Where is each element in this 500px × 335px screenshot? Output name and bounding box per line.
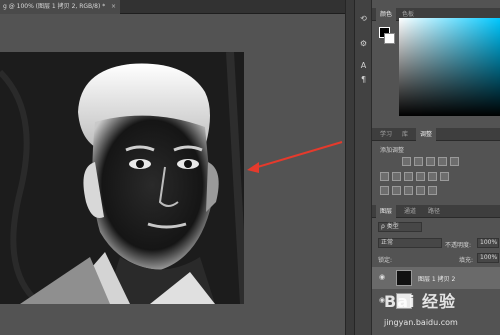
tab-layers[interactable]: 图层 xyxy=(376,205,397,218)
tab-libraries[interactable]: 库 xyxy=(398,128,412,141)
add-adjustment-label: 添加调整 xyxy=(380,147,405,154)
hue-saturation-icon[interactable] xyxy=(380,172,389,181)
layer-row[interactable]: ◉ 图层 1 拷贝 2 xyxy=(372,267,500,289)
visibility-eye-icon[interactable]: ◉ xyxy=(379,273,385,281)
right-panels: 颜色 色板 学习 库 调整 添加调整 图层 通道 路径 ρ 类型 正常 不透明度… xyxy=(372,0,500,335)
layer-filter-select[interactable]: ρ 类型 xyxy=(378,222,422,232)
close-icon[interactable]: × xyxy=(111,0,116,14)
black-white-icon[interactable] xyxy=(404,172,413,181)
collapsed-panel-icons: ⟲ ⚙ A ¶ xyxy=(355,0,372,335)
opacity-input[interactable]: 100% xyxy=(477,238,499,248)
document-tab-title: g @ 100% (图层 1 拷贝 2, RGB/8) * xyxy=(3,3,106,10)
threshold-icon[interactable] xyxy=(404,186,413,195)
layers-panel-tabs: 图层 通道 路径 xyxy=(372,205,500,218)
layer-thumbnail xyxy=(396,270,412,286)
tab-learn[interactable]: 学习 xyxy=(376,128,396,141)
paragraph-settings-icon[interactable]: ⚙ xyxy=(358,38,369,49)
document-tab[interactable]: g @ 100% (图层 1 拷贝 2, RGB/8) * × xyxy=(0,0,120,14)
document-tab-bar: g @ 100% (图层 1 拷贝 2, RGB/8) * × xyxy=(0,0,345,14)
baidu-jingyan-watermark: Bai 经验 xyxy=(384,292,457,311)
inverted-portrait-image xyxy=(0,52,244,304)
adjustment-icons-row-3 xyxy=(380,186,437,195)
panel-collapse-strip xyxy=(345,0,355,335)
opacity-label: 不透明度: xyxy=(445,242,472,249)
posterize-icon[interactable] xyxy=(392,186,401,195)
vibrance-icon[interactable] xyxy=(450,157,459,166)
tab-adjustments[interactable]: 调整 xyxy=(416,128,437,141)
selective-color-icon[interactable] xyxy=(428,186,437,195)
fill-input[interactable]: 100% xyxy=(477,253,499,263)
tab-color[interactable]: 颜色 xyxy=(376,8,397,21)
history-icon[interactable]: ⟲ xyxy=(358,13,369,24)
exposure-icon[interactable] xyxy=(438,157,447,166)
adjustment-icons-row-1 xyxy=(402,157,459,166)
paragraph-icon[interactable]: ¶ xyxy=(358,74,369,85)
blend-mode-select[interactable]: 正常 xyxy=(378,238,442,248)
tab-channels[interactable]: 通道 xyxy=(400,205,420,218)
layer-name: 图层 1 拷贝 2 xyxy=(418,276,456,283)
baidu-jingyan-url: jingyan.baidu.com xyxy=(384,318,458,327)
character-icon[interactable]: A xyxy=(358,60,369,71)
adjustment-icons-row-2 xyxy=(380,172,449,181)
color-balance-icon[interactable] xyxy=(392,172,401,181)
gradient-map-icon[interactable] xyxy=(416,186,425,195)
background-color-swatch[interactable] xyxy=(384,33,395,44)
channel-mixer-icon[interactable] xyxy=(428,172,437,181)
lock-label: 锁定: xyxy=(378,257,393,264)
brightness-icon[interactable] xyxy=(402,157,411,166)
document-canvas[interactable] xyxy=(0,52,244,304)
fill-label: 填充: xyxy=(459,257,474,264)
adjust-panel-tabs: 学习 库 调整 xyxy=(372,128,500,141)
photo-filter-icon[interactable] xyxy=(416,172,425,181)
curves-icon[interactable] xyxy=(426,157,435,166)
canvas-area xyxy=(0,14,345,335)
color-picker-field[interactable] xyxy=(399,18,500,116)
tab-paths[interactable]: 路径 xyxy=(424,205,444,218)
invert-icon[interactable] xyxy=(380,186,389,195)
levels-icon[interactable] xyxy=(414,157,423,166)
color-lookup-icon[interactable] xyxy=(440,172,449,181)
